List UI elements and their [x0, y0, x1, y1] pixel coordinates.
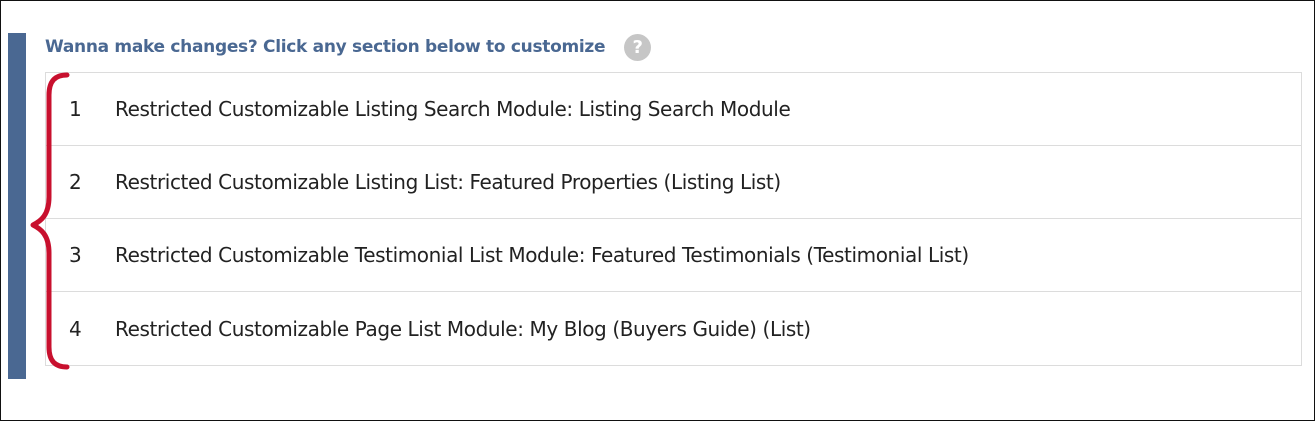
section-accent-bar [8, 33, 26, 379]
customize-heading: Wanna make changes? Click any section be… [45, 37, 606, 57]
section-number: 3 [69, 243, 82, 267]
section-label: Restricted Customizable Listing List: Fe… [115, 170, 781, 194]
section-label: Restricted Customizable Listing Search M… [115, 97, 791, 121]
section-row-3[interactable]: 3 Restricted Customizable Testimonial Li… [46, 219, 1301, 292]
question-circle-icon[interactable]: ? [624, 33, 652, 61]
section-row-2[interactable]: 2 Restricted Customizable Listing List: … [46, 146, 1301, 219]
section-number: 4 [69, 316, 82, 341]
customizable-section-list: 1 Restricted Customizable Listing Search… [45, 72, 1302, 366]
screenshot-frame: Wanna make changes? Click any section be… [0, 0, 1315, 421]
section-number: 1 [69, 97, 82, 121]
section-row-1[interactable]: 1 Restricted Customizable Listing Search… [46, 73, 1301, 146]
section-label: Restricted Customizable Page List Module… [115, 316, 811, 341]
section-row-4[interactable]: 4 Restricted Customizable Page List Modu… [46, 292, 1301, 365]
section-number: 2 [69, 170, 82, 194]
section-label: Restricted Customizable Testimonial List… [115, 243, 969, 267]
customize-header: Wanna make changes? Click any section be… [45, 33, 652, 61]
